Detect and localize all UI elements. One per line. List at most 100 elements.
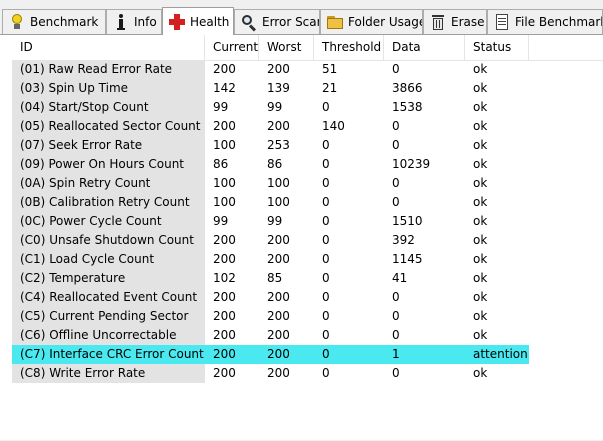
raw-data-cell: 1145 (392, 252, 423, 266)
column-header-data[interactable]: Data (384, 35, 465, 60)
table-row[interactable]: (C7) Interface CRC Error Count 200 200 0 1 at… (12, 345, 603, 364)
table-row[interactable]: (01) Raw Read Error Rate 200 200 51 0 ok (12, 60, 603, 79)
threshold-value-cell: 0 (322, 214, 330, 228)
tab-info[interactable]: Info (106, 9, 162, 34)
status-cell: ok (473, 290, 488, 304)
tab-label: Benchmark (30, 15, 99, 29)
status-cell: ok (473, 195, 488, 209)
raw-data-cell: 392 (392, 233, 415, 247)
threshold-value-cell: 0 (322, 195, 330, 209)
current-value-cell: 200 (213, 233, 236, 247)
worst-value-cell: 200 (267, 62, 290, 76)
column-header-filler (529, 35, 603, 60)
threshold-value-cell: 0 (322, 366, 330, 380)
current-value-cell: 200 (205, 345, 259, 364)
tab-error-scan[interactable]: Error Scan (234, 9, 320, 34)
raw-data-cell: 0 (392, 62, 400, 76)
current-value-cell: 200 (213, 328, 236, 342)
current-value-cell: 200 (213, 252, 236, 266)
table-header: ID Current Worst Threshold Data Status (12, 35, 603, 61)
table-row[interactable]: (C6) Offline Uncorrectable 200 200 0 0 ok (12, 326, 603, 345)
current-value-cell: 99 (213, 214, 229, 228)
tab-label: Erase (451, 15, 485, 29)
current-value-cell: 200 (213, 290, 236, 304)
current-value-cell: 100 (213, 195, 236, 209)
table-row[interactable]: (C5) Current Pending Sector 200 200 0 0 ok (12, 307, 603, 326)
worst-value-cell: 85 (267, 271, 283, 285)
raw-data-cell: 0 (392, 176, 400, 190)
threshold-value-cell: 0 (322, 176, 330, 190)
table-row[interactable]: (04) Start/Stop Count 99 99 0 1538 ok (12, 98, 603, 117)
tab-strip: Benchmark Info Health Error Scan Folder … (0, 0, 603, 35)
table-row[interactable]: (C2) Temperature 102 85 0 41 ok (12, 269, 603, 288)
threshold-value-cell: 0 (322, 309, 330, 323)
threshold-value-cell: 21 (322, 81, 338, 95)
attribute-name-cell: (C2) Temperature (12, 269, 205, 288)
tab-erase[interactable]: Erase (423, 9, 487, 34)
table-row[interactable]: (C0) Unsafe Shutdown Count 200 200 0 392 ok (12, 231, 603, 250)
table-row[interactable]: (C1) Load Cycle Count 200 200 0 1145 ok (12, 250, 603, 269)
table-row[interactable]: (0C) Power Cycle Count 99 99 0 1510 ok (12, 212, 603, 231)
worst-value-cell: 200 (267, 309, 290, 323)
tab-benchmark[interactable]: Benchmark (2, 9, 106, 34)
column-header-id[interactable]: ID (12, 35, 205, 60)
column-header-threshold[interactable]: Threshold (314, 35, 384, 60)
attribute-name-cell: (C7) Interface CRC Error Count (12, 345, 205, 364)
status-cell: ok (473, 366, 488, 380)
tab-file-benchmark[interactable]: File Benchmark (487, 9, 603, 34)
table-row[interactable]: (05) Reallocated Sector Count 200 200 140 0 o… (12, 117, 603, 136)
lightbulb-icon (9, 14, 25, 30)
table-row[interactable]: (0B) Calibration Retry Count 100 100 0 0 ok (12, 193, 603, 212)
raw-data-cell: 0 (392, 290, 400, 304)
attribute-name-cell: (05) Reallocated Sector Count (12, 117, 205, 136)
health-panel: ID Current Worst Threshold Data Status (… (0, 34, 603, 440)
table-row[interactable]: (09) Power On Hours Count 86 86 0 10239 ok (12, 155, 603, 174)
table-row[interactable]: (C8) Write Error Rate 200 200 0 0 ok (12, 364, 603, 383)
threshold-value-cell: 140 (322, 119, 345, 133)
threshold-value-cell: 0 (322, 233, 330, 247)
attribute-name-cell: (09) Power On Hours Count (12, 155, 205, 174)
attribute-name-cell: (07) Seek Error Rate (12, 136, 205, 155)
table-row[interactable]: (03) Spin Up Time 142 139 21 3866 ok (12, 79, 603, 98)
threshold-value-cell: 0 (322, 252, 330, 266)
tab-folder-usage[interactable]: Folder Usage (320, 9, 423, 34)
smart-attributes-table[interactable]: ID Current Worst Threshold Data Status (… (12, 35, 603, 441)
tab-health[interactable]: Health (162, 7, 234, 35)
raw-data-cell: 1538 (392, 100, 423, 114)
threshold-value-cell: 0 (322, 290, 330, 304)
status-cell: ok (473, 176, 488, 190)
tab-label: Folder Usage (348, 15, 423, 29)
column-header-current[interactable]: Current (205, 35, 259, 60)
column-header-status[interactable]: Status (465, 35, 529, 60)
red-cross-icon (169, 13, 185, 30)
status-cell: ok (473, 271, 488, 285)
worst-value-cell: 99 (267, 214, 283, 228)
worst-value-cell: 100 (267, 195, 290, 209)
raw-data-cell: 3866 (392, 81, 423, 95)
folder-icon (327, 14, 343, 30)
threshold-value-cell: 0 (322, 157, 330, 171)
column-header-worst[interactable]: Worst (259, 35, 314, 60)
tab-label: Error Scan (262, 15, 320, 29)
status-cell: ok (473, 138, 488, 152)
attribute-name-cell: (C5) Current Pending Sector (12, 307, 205, 326)
worst-value-cell: 99 (267, 100, 283, 114)
current-value-cell: 100 (213, 176, 236, 190)
attribute-name-cell: (C4) Reallocated Event Count (12, 288, 205, 307)
table-row[interactable]: (0A) Spin Retry Count 100 100 0 0 ok (12, 174, 603, 193)
worst-value-cell: 200 (267, 290, 290, 304)
current-value-cell: 200 (213, 309, 236, 323)
worst-value-cell: 86 (267, 157, 283, 171)
status-cell: attention (465, 345, 529, 364)
tab-label: File Benchmark (515, 15, 603, 29)
table-row[interactable]: (C4) Reallocated Event Count 200 200 0 0 ok (12, 288, 603, 307)
attribute-name-cell: (01) Raw Read Error Rate (12, 60, 205, 79)
worst-value-cell: 253 (267, 138, 290, 152)
tab-label: Info (134, 15, 157, 29)
worst-value-cell: 200 (259, 345, 314, 364)
status-cell: ok (473, 119, 488, 133)
raw-data-cell: 41 (392, 271, 408, 285)
table-row[interactable]: (07) Seek Error Rate 100 253 0 0 ok (12, 136, 603, 155)
worst-value-cell: 200 (267, 119, 290, 133)
attribute-name-cell: (0B) Calibration Retry Count (12, 193, 205, 212)
